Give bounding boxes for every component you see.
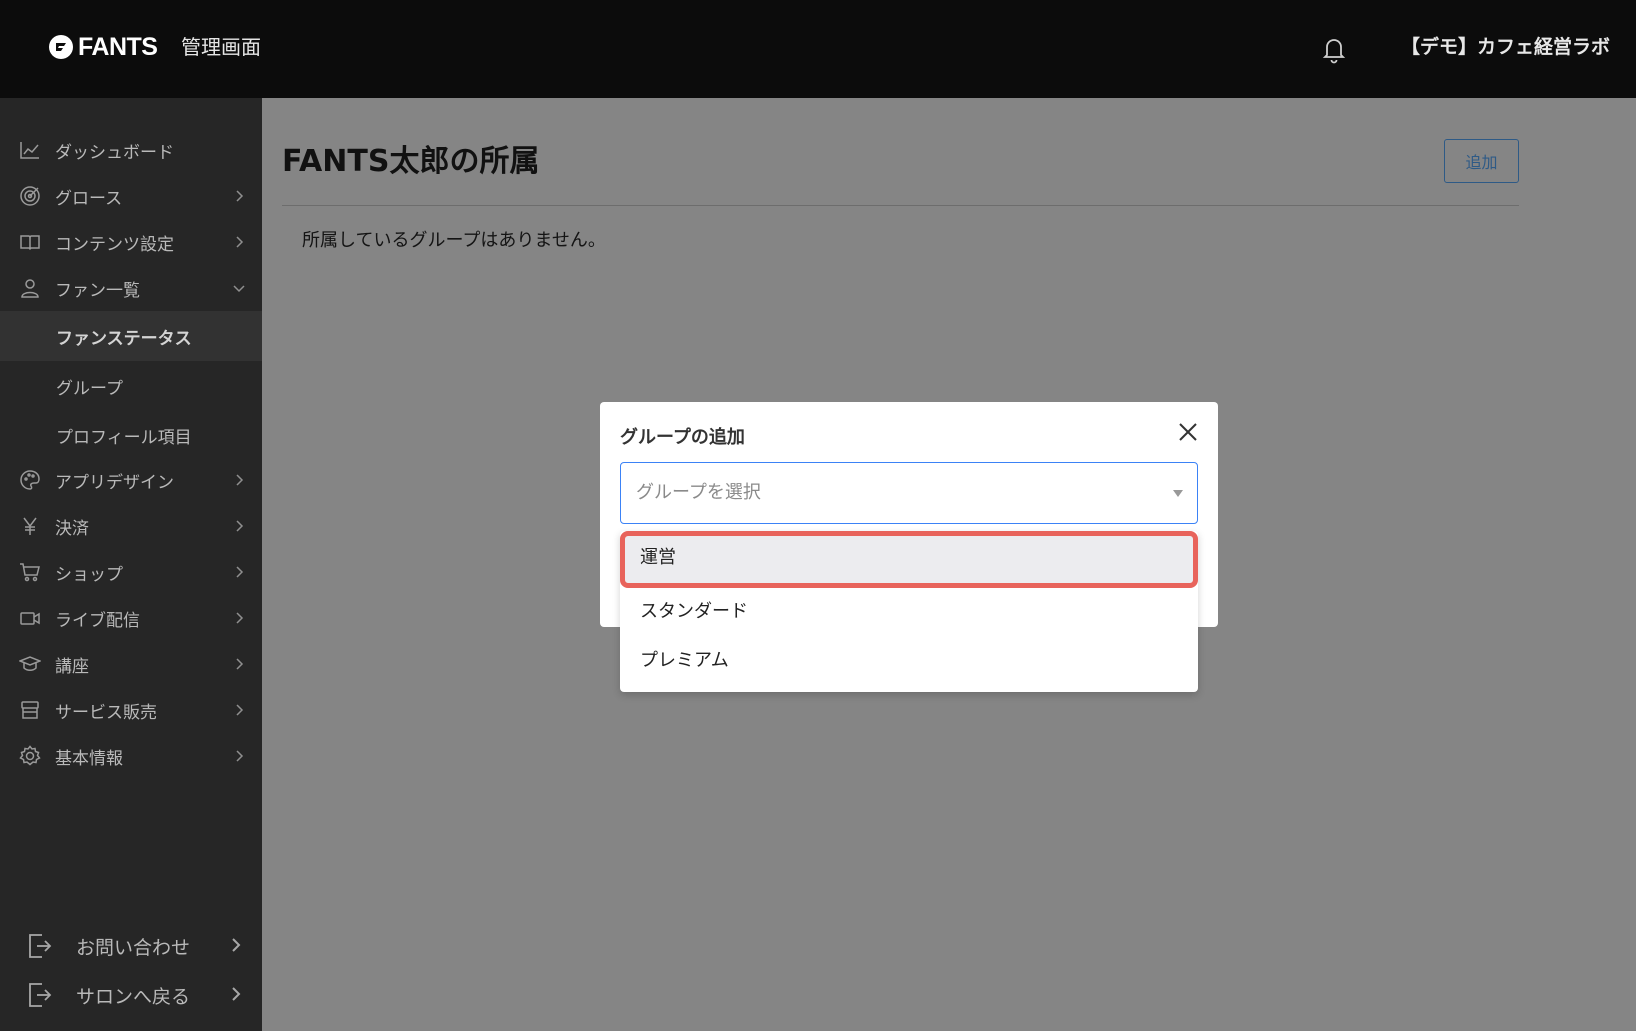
- sidebar-item-payment[interactable]: 決済: [0, 503, 262, 549]
- sidebar-item-growth[interactable]: グロース: [0, 173, 262, 219]
- logo-text: FANTS: [78, 32, 158, 61]
- sidebar-item-label: ライブ配信: [55, 610, 140, 631]
- sidebar-subitem-group[interactable]: グループ: [0, 361, 262, 411]
- add-button[interactable]: 追加: [1444, 139, 1519, 183]
- divider: [282, 205, 1519, 206]
- chevron-right-icon: [236, 236, 244, 248]
- sidebar-item-basic-info[interactable]: 基本情報: [0, 733, 262, 779]
- close-icon[interactable]: [1176, 420, 1200, 444]
- sidebar-subitem-profile-fields[interactable]: プロフィール項目: [0, 410, 262, 460]
- video-icon: [20, 612, 40, 625]
- fants-logo[interactable]: FANTS: [48, 30, 158, 64]
- sidebar-item-label: 決済: [55, 518, 89, 539]
- store-icon: [21, 701, 39, 719]
- empty-message: 所属しているグループはありません。: [302, 230, 606, 251]
- sidebar-item-fan-list[interactable]: ファン一覧: [0, 265, 262, 311]
- modal-title: グループの追加: [620, 427, 745, 448]
- group-select-placeholder: グループを選択: [636, 482, 761, 503]
- sidebar-item-label: サービス販売: [55, 702, 157, 723]
- chevron-right-icon: [236, 704, 244, 716]
- exit-icon: [29, 934, 52, 958]
- book-icon: [20, 235, 40, 251]
- option-label: 運営: [640, 547, 676, 568]
- chevron-right-icon: [236, 612, 244, 624]
- org-name[interactable]: 【デモ】カフェ経営ラボ: [1401, 30, 1610, 64]
- chevron-right-icon: [236, 658, 244, 670]
- sidebar-item-label: ファン一覧: [55, 280, 140, 301]
- sidebar-subitem-label: プロフィール項目: [56, 427, 192, 448]
- option-label: プレミアム: [640, 650, 729, 671]
- gear-icon: [19, 745, 41, 766]
- chart-line-icon: [20, 142, 39, 159]
- chevron-right-icon: [236, 750, 244, 762]
- page-title: FANTS太郎の所属: [282, 144, 540, 179]
- chevron-right-icon: [236, 474, 244, 486]
- sidebar-item-contact[interactable]: お問い合わせ: [0, 922, 262, 970]
- option-premium[interactable]: プレミアム: [620, 636, 1198, 686]
- graduation-cap-icon: [19, 656, 41, 671]
- sidebar-subitem-fan-status[interactable]: ファンステータス: [0, 311, 262, 361]
- sidebar-item-label: アプリデザイン: [55, 472, 174, 493]
- chevron-right-icon: [236, 566, 244, 578]
- group-options-dropdown: 運営 スタンダード プレミアム: [620, 531, 1198, 692]
- option-operations[interactable]: 運営: [620, 531, 1198, 588]
- sidebar-item-app-design[interactable]: アプリデザイン: [0, 457, 262, 503]
- exit-icon: [29, 983, 52, 1007]
- sidebar-item-shop[interactable]: ショップ: [0, 549, 262, 595]
- cart-icon: [20, 563, 40, 582]
- sidebar-item-dashboard[interactable]: ダッシュボード: [0, 127, 262, 173]
- chevron-right-icon: [236, 190, 244, 202]
- target-icon: [20, 186, 40, 206]
- sidebar-item-label: 講座: [55, 656, 89, 677]
- sidebar-item-content-settings[interactable]: コンテンツ設定: [0, 219, 262, 265]
- chevron-down-icon: [233, 285, 245, 293]
- sidebar-item-label: 基本情報: [55, 748, 123, 769]
- caret-down-icon: [1173, 490, 1183, 497]
- sidebar-item-live-streaming[interactable]: ライブ配信: [0, 595, 262, 641]
- bell-icon[interactable]: [1320, 34, 1348, 64]
- option-label: スタンダード: [640, 601, 748, 622]
- group-select[interactable]: グループを選択: [620, 462, 1198, 524]
- sidebar: ダッシュボード グロース コンテンツ設定 ファン一覧 ファンステータス グループ…: [0, 98, 262, 1031]
- sidebar-item-label: お問い合わせ: [76, 937, 191, 959]
- sidebar-item-service-sales[interactable]: サービス販売: [0, 687, 262, 733]
- chevron-right-icon: [232, 938, 241, 952]
- sidebar-subitem-label: グループ: [56, 378, 123, 399]
- chevron-right-icon: [236, 520, 244, 532]
- yen-icon: [23, 517, 37, 535]
- sidebar-item-label: グロース: [55, 188, 123, 209]
- option-standard[interactable]: スタンダード: [620, 587, 1198, 637]
- sidebar-item-back-to-salon[interactable]: サロンへ戻る: [0, 971, 262, 1019]
- top-bar: FANTS 管理画面 【デモ】カフェ経営ラボ: [0, 0, 1636, 98]
- sidebar-item-label: コンテンツ設定: [55, 234, 174, 255]
- chevron-right-icon: [232, 987, 241, 1001]
- sidebar-item-label: サロンへ戻る: [76, 986, 191, 1008]
- sidebar-item-label: ダッシュボード: [55, 142, 174, 163]
- fants-logo-icon: [49, 35, 73, 59]
- admin-title: 管理画面: [181, 35, 261, 59]
- sidebar-item-course[interactable]: 講座: [0, 641, 262, 687]
- sidebar-subitem-label: ファンステータス: [56, 328, 192, 349]
- user-icon: [21, 279, 39, 298]
- sidebar-item-label: ショップ: [55, 564, 123, 585]
- palette-icon: [20, 470, 40, 490]
